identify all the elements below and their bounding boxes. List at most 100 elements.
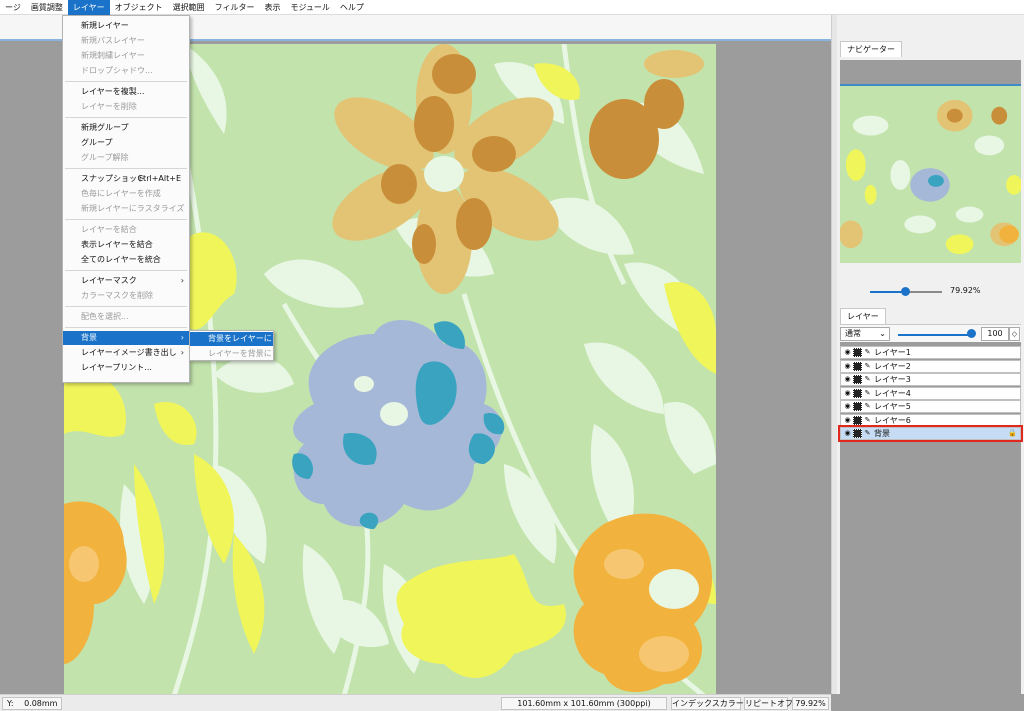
blend-mode-value: 通常	[845, 329, 861, 338]
pen-icon[interactable]: ✎	[863, 389, 872, 398]
layer-menu-item-label: グループ解除	[81, 153, 129, 162]
lock-icon[interactable]: 🔒	[1008, 429, 1017, 437]
layer-menu-dropdown: 新規レイヤー新規パスレイヤー 新規刺繍レイヤードロップシャドウ... レイヤーを複製…	[62, 15, 190, 383]
pen-icon[interactable]: ✎	[863, 416, 872, 425]
layer-name: レイヤー1	[874, 348, 911, 357]
pattern-thumbnail-icon	[853, 388, 862, 398]
menu-object[interactable]: オブジェクト	[110, 0, 168, 15]
layer-menu-item-label: 新規レイヤー	[81, 21, 129, 30]
tab-navigator[interactable]: ナビゲーター	[840, 41, 902, 57]
navigator-zoom-thumb[interactable]	[901, 287, 910, 296]
layer-row[interactable]: ◉ ✎ レイヤー6	[840, 413, 1021, 427]
layer-row[interactable]: ◉ ✎ レイヤー1	[840, 346, 1021, 359]
layer-menu-item[interactable]: レイヤーマスク ›	[63, 274, 189, 288]
navigator-thumbnail[interactable]	[840, 84, 1021, 263]
layer-menu-item[interactable]: レイヤープリント...	[63, 361, 189, 375]
layer-menu-item[interactable]: スナップショット Ctrl+Alt+E	[63, 172, 189, 186]
status-zoom[interactable]: 79.92%	[792, 697, 829, 710]
layer-row-icons: ◉ ✎	[843, 402, 873, 411]
eye-icon[interactable]: ◉	[843, 389, 852, 398]
pattern-thumbnail-icon	[853, 429, 862, 438]
pattern-thumbnail-icon	[853, 348, 862, 357]
pen-icon[interactable]: ✎	[863, 402, 872, 411]
layer-to-background-item: レイヤーを背景に	[208, 349, 272, 358]
navigator-view[interactable]	[840, 60, 1021, 263]
layer-menu-item-label: 新規レイヤーにラスタライズ	[81, 204, 185, 213]
layer-row[interactable]: ◉ ✎ レイヤー4	[840, 386, 1021, 400]
layer-row[interactable]: ◉ ✎ レイヤー2	[840, 359, 1021, 373]
layers-toolbar: 通常 ⌄ 100 ◇	[840, 324, 1021, 342]
background-submenu: 背景をレイヤーにレイヤーを背景に	[189, 330, 274, 361]
menu-page[interactable]: ージ	[0, 0, 26, 15]
opacity-spinner-icon[interactable]: ◇	[1009, 327, 1020, 341]
pen-icon[interactable]: ✎	[863, 375, 872, 384]
pen-icon[interactable]: ✎	[863, 362, 872, 371]
layer-menu-item[interactable]: レイヤーイメージ書き出し ›	[63, 346, 189, 360]
status-repeat-mode[interactable]: リピートオフ	[744, 697, 793, 710]
layer-name: レイヤー4	[874, 388, 911, 398]
layer-menu-item: グループ解除	[63, 151, 189, 165]
navigator-zoom-value: 79.92%	[950, 286, 981, 295]
menu-help[interactable]: ヘルプ	[335, 0, 369, 15]
layer-menu-item-label: 色毎にレイヤーを作成	[81, 189, 161, 198]
layer-menu-item[interactable]: 背景 ›	[63, 331, 189, 345]
layer-row-icons: ◉ ✎	[843, 388, 873, 398]
pen-icon[interactable]: ✎	[863, 348, 872, 357]
eye-icon[interactable]: ◉	[843, 429, 852, 438]
layer-menu-item[interactable]: 新規グループ	[63, 121, 189, 135]
blend-mode-select[interactable]: 通常 ⌄	[840, 327, 890, 341]
layer-menu-item-label: ドロップシャドウ...	[81, 66, 153, 75]
eye-icon[interactable]: ◉	[843, 362, 852, 371]
layer-menu-item: 新規レイヤーにラスタライズ	[63, 202, 189, 216]
layer-menu-item-label: 新規グループ	[81, 123, 129, 132]
status-document-size: 101.60mm x 101.60mm (300ppi)	[501, 697, 667, 710]
layer-menu-shortcut: Ctrl+Alt+E	[137, 174, 181, 183]
layer-menu-item[interactable]: グループ	[63, 136, 189, 150]
status-color-mode[interactable]: インデックスカラー	[671, 697, 744, 710]
menu-filter[interactable]: フィルター	[210, 0, 260, 15]
layer-name: 背景	[874, 429, 890, 438]
status-bar-right-filler	[831, 694, 1024, 711]
layer-row-icons: ◉ ✎	[843, 375, 873, 384]
layer-menu-item[interactable]: 新規レイヤー	[63, 19, 189, 33]
status-y-value: 0.08mm	[24, 699, 58, 708]
layer-menu-item: 新規パスレイヤー	[63, 34, 189, 48]
menubar: ージ 画質調整 レイヤー オブジェクト 選択範囲 フィルター 表示 モジュール ヘルプ	[0, 0, 1024, 15]
menu-view[interactable]: 表示	[259, 0, 285, 15]
opacity-input[interactable]: 100	[981, 327, 1009, 341]
eye-icon[interactable]: ◉	[843, 348, 852, 357]
menu-selection[interactable]: 選択範囲	[168, 0, 210, 15]
layer-row[interactable]: ◉ ✎ 背景 🔒	[838, 425, 1023, 442]
background-to-layer-item[interactable]: 背景をレイヤーに	[190, 332, 273, 346]
eye-icon[interactable]: ◉	[843, 375, 852, 384]
layer-menu-item[interactable]: レイヤーを複製...	[63, 85, 189, 99]
chevron-down-icon: ⌄	[879, 329, 886, 338]
menu-separator	[65, 117, 187, 118]
opacity-thumb[interactable]	[967, 329, 976, 338]
layer-menu-item-label: レイヤーマスク	[81, 276, 137, 285]
menu-image-adjust[interactable]: 画質調整	[26, 0, 68, 15]
layer-menu-item[interactable]: 全てのレイヤーを統合	[63, 253, 189, 267]
tab-layers[interactable]: レイヤー	[840, 308, 886, 324]
layer-menu-item-label: レイヤーイメージ書き出し	[81, 348, 177, 357]
pattern-thumbnail-icon	[853, 375, 862, 384]
opacity-track[interactable]	[898, 334, 970, 336]
eye-icon[interactable]: ◉	[843, 416, 852, 425]
layer-menu-item[interactable]: 表示レイヤーを結合	[63, 238, 189, 252]
menu-module[interactable]: モジュール	[285, 0, 334, 15]
layer-menu-item-label: 表示レイヤーを結合	[81, 240, 153, 249]
layer-row[interactable]: ◉ ✎ レイヤー5	[840, 400, 1021, 413]
status-y-label: Y:	[7, 699, 14, 708]
layer-menu-item: 新規刺繍レイヤー	[63, 49, 189, 63]
menu-layer[interactable]: レイヤー	[67, 0, 110, 15]
menu-separator	[65, 81, 187, 82]
pattern-thumbnail-icon	[853, 361, 862, 371]
layer-name: レイヤー5	[874, 402, 911, 411]
layer-row[interactable]: ◉ ✎ レイヤー3	[840, 373, 1021, 386]
layer-menu-item-label: レイヤーを結合	[81, 225, 137, 234]
layer-menu-item-label: 全てのレイヤーを統合	[81, 255, 161, 264]
layer-menu-item-label: レイヤーを削除	[81, 102, 137, 111]
status-bar: Y: 0.08mm 101.60mm x 101.60mm (300ppi) イ…	[0, 694, 831, 711]
eye-icon[interactable]: ◉	[843, 402, 852, 411]
pen-icon[interactable]: ✎	[863, 429, 872, 438]
